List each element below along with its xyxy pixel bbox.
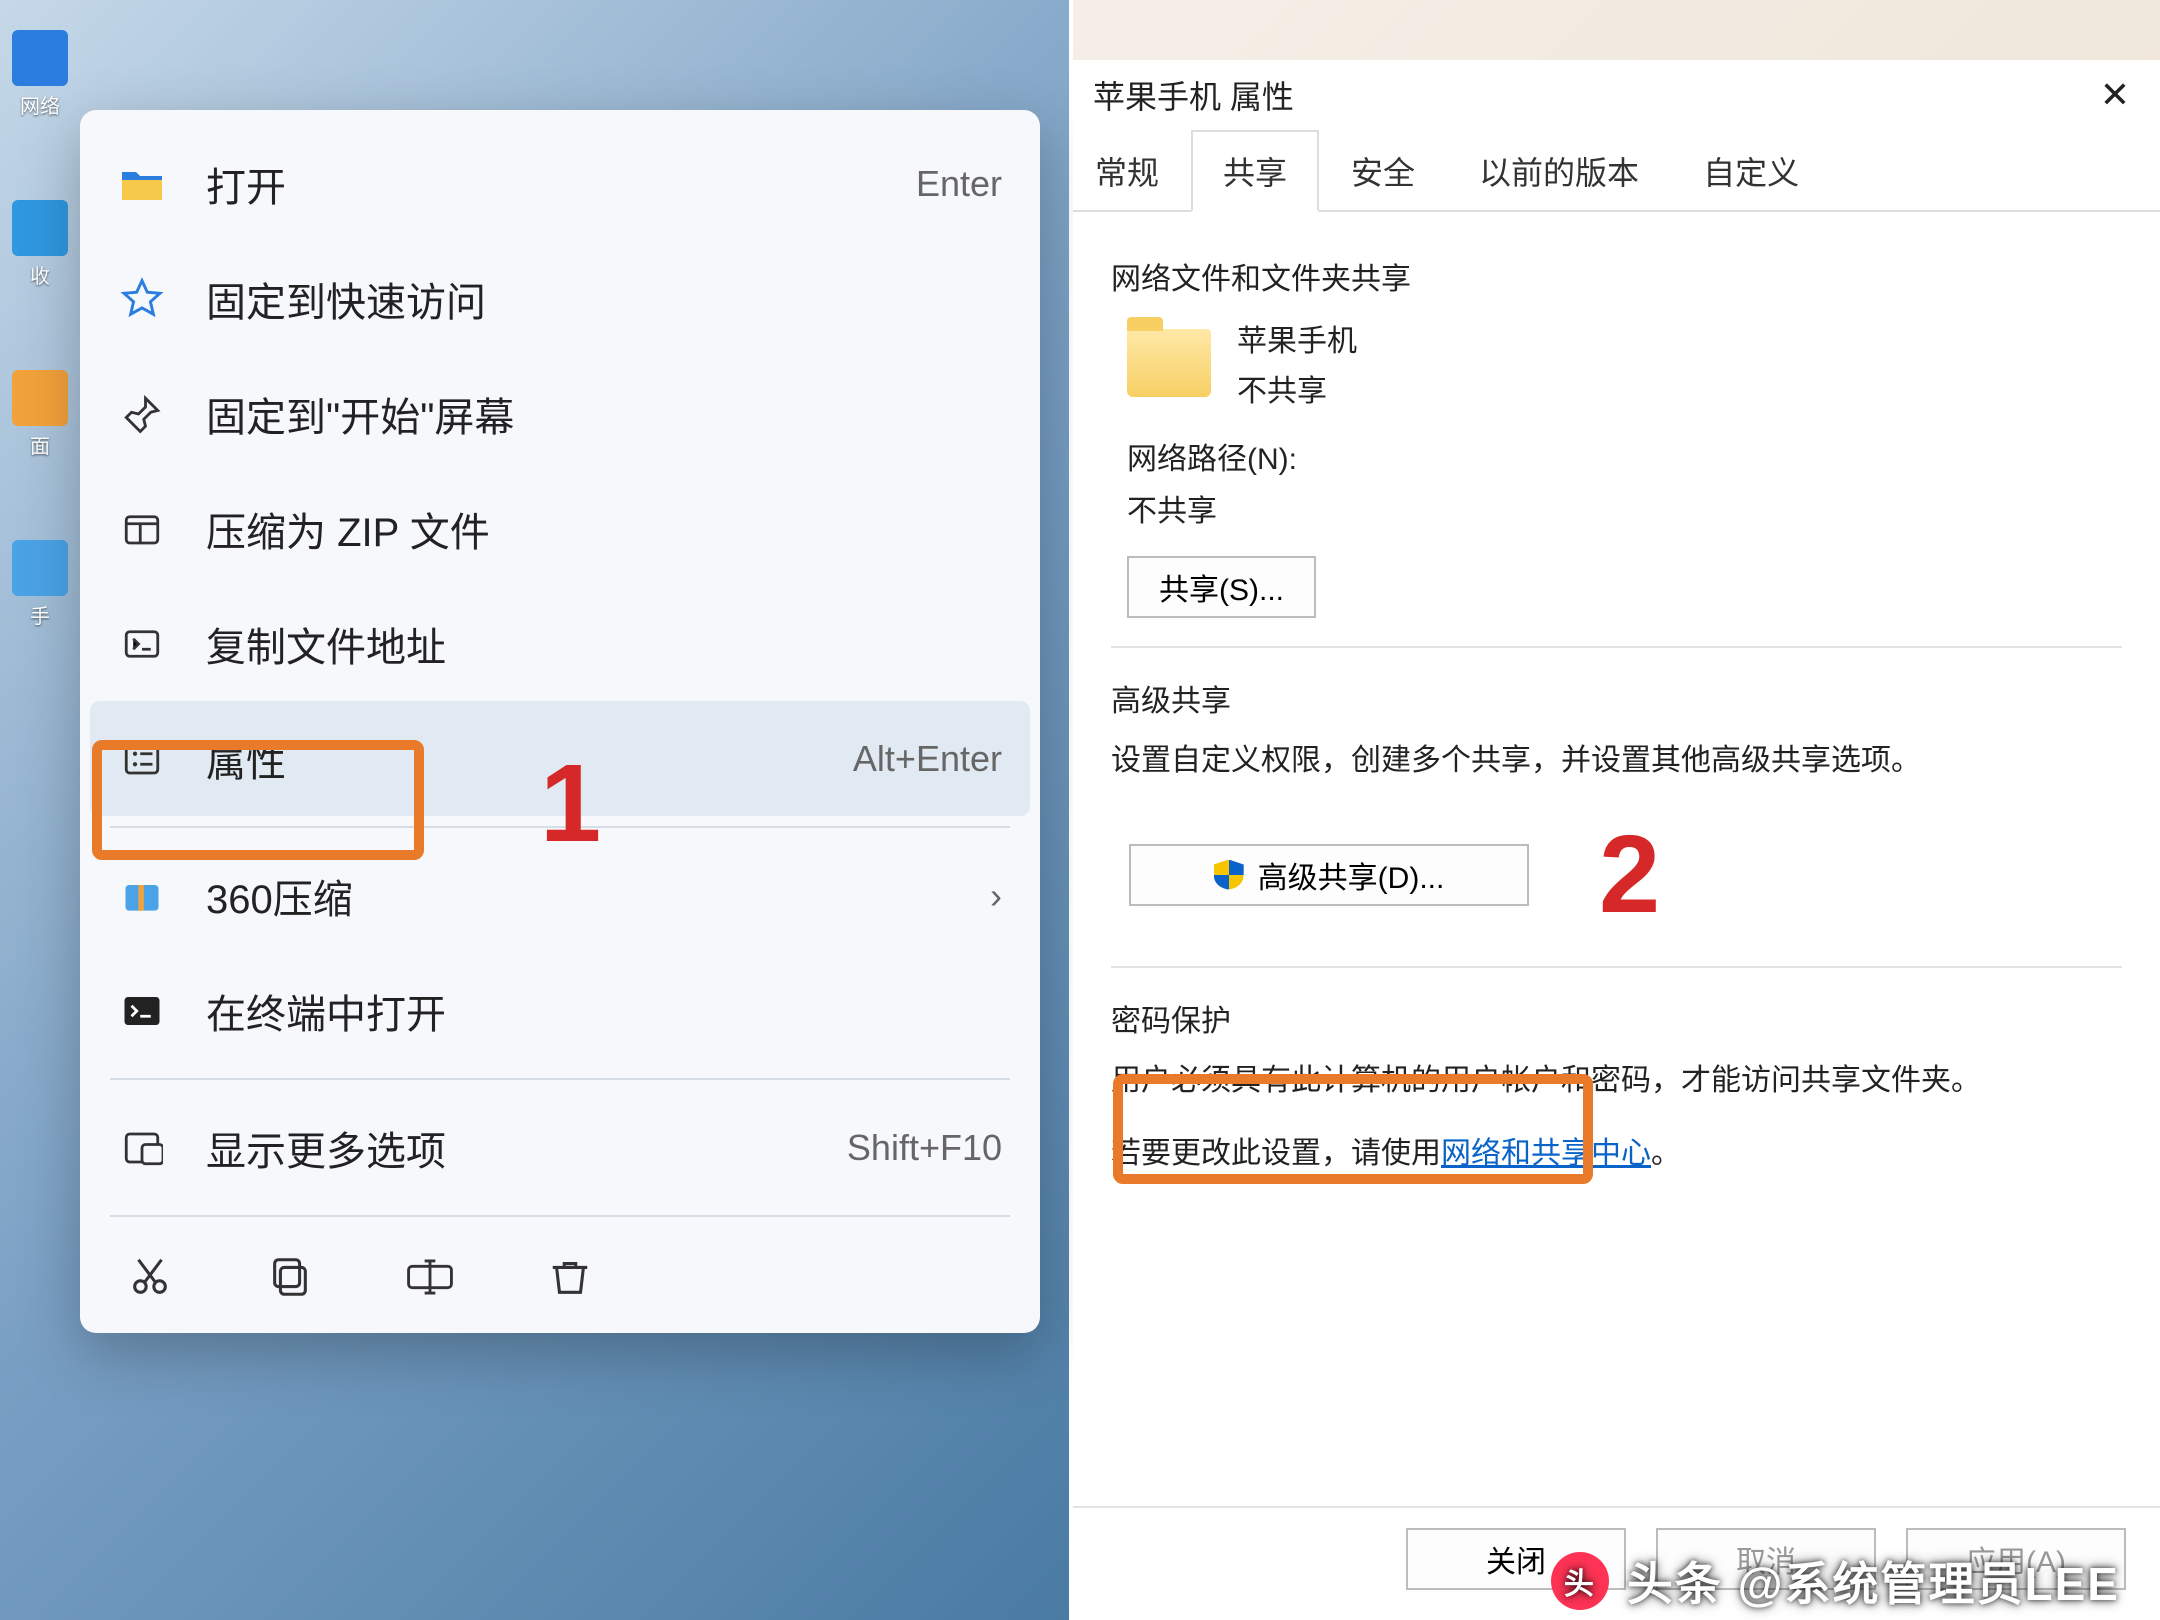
menu-label: 360压缩 <box>206 867 990 925</box>
watermark: 头 头条 @系统管理员LEE <box>1551 1548 2120 1614</box>
pin-icon <box>118 390 166 438</box>
desktop-icon[interactable]: 收 <box>5 200 75 310</box>
chevron-right-icon: › <box>990 875 1002 917</box>
menu-label: 打开 <box>206 155 916 213</box>
left-panel: 网络 收 面 手 打开 Enter 固定到快速访问 固定到"开始"屏幕 压缩为 … <box>0 0 1073 1620</box>
network-sharing-center-link[interactable]: 网络和共享中心 <box>1441 1137 1651 1170</box>
tab-customize[interactable]: 自定义 <box>1671 130 1831 212</box>
dialog-title: 苹果手机 属性 <box>1093 72 1294 118</box>
share-button[interactable]: 共享(S)... <box>1127 556 1316 618</box>
360zip-icon <box>118 872 166 920</box>
network-path-label: 网络路径(N): <box>1127 434 2122 478</box>
cut-icon[interactable] <box>120 1247 180 1307</box>
context-menu: 打开 Enter 固定到快速访问 固定到"开始"屏幕 压缩为 ZIP 文件 复制… <box>80 110 1040 1333</box>
password-desc: 用户必须具有此计算机的用户帐户和密码，才能访问共享文件夹。 <box>1111 1058 2122 1103</box>
advanced-share-desc: 设置自定义权限，创建多个共享，并设置其他高级共享选项。 <box>1111 738 2122 783</box>
rename-icon[interactable] <box>400 1247 460 1307</box>
titlebar: 苹果手机 属性 ✕ <box>1073 60 2160 130</box>
folder-open-icon <box>118 160 166 208</box>
separator <box>110 1215 1010 1217</box>
callout-number-2: 2 <box>1599 811 1660 938</box>
menu-pin-quick[interactable]: 固定到快速访问 <box>90 241 1030 356</box>
section-net-share: 网络文件和文件夹共享 <box>1111 254 2122 298</box>
menu-zip[interactable]: 压缩为 ZIP 文件 <box>90 471 1030 586</box>
menu-copy-path[interactable]: 复制文件地址 <box>90 586 1030 701</box>
menu-label: 复制文件地址 <box>206 615 1002 673</box>
desktop-icon[interactable]: 手 <box>5 540 75 650</box>
menu-hint: Shift+F10 <box>847 1127 1002 1169</box>
properties-dialog: 苹果手机 属性 ✕ 常规 共享 安全 以前的版本 自定义 网络文件和文件夹共享 … <box>1073 60 2160 1620</box>
menu-label: 固定到"开始"屏幕 <box>206 385 1002 443</box>
tab-general[interactable]: 常规 <box>1083 130 1191 212</box>
menu-label: 显示更多选项 <box>206 1119 847 1177</box>
separator <box>1111 966 2122 968</box>
menu-terminal[interactable]: 在终端中打开 <box>90 953 1030 1068</box>
menu-label: 压缩为 ZIP 文件 <box>206 500 1002 558</box>
folder-status: 不共享 <box>1237 366 1357 410</box>
menu-show-more[interactable]: 显示更多选项 Shift+F10 <box>90 1090 1030 1205</box>
menu-hint: Enter <box>916 163 1002 205</box>
menu-label: 属性 <box>206 730 853 788</box>
password-change: 若要更改此设置，请使用网络和共享中心。 <box>1111 1131 2122 1176</box>
copy-icon[interactable] <box>260 1247 320 1307</box>
section-advanced-share: 高级共享 <box>1111 676 2122 720</box>
separator <box>1111 646 2122 648</box>
delete-icon[interactable] <box>540 1247 600 1307</box>
close-icon[interactable]: ✕ <box>2090 74 2140 116</box>
watermark-text: 头条 @系统管理员LEE <box>1627 1548 2120 1614</box>
tab-previous-versions[interactable]: 以前的版本 <box>1447 130 1671 212</box>
desktop-icon[interactable]: 网络 <box>5 30 75 140</box>
right-panel: 苹果手机 属性 ✕ 常规 共享 安全 以前的版本 自定义 网络文件和文件夹共享 … <box>1073 0 2160 1620</box>
desktop-icons: 网络 收 面 手 <box>0 0 80 1620</box>
star-icon <box>118 275 166 323</box>
menu-open[interactable]: 打开 Enter <box>90 126 1030 241</box>
watermark-logo: 头 <box>1551 1552 1609 1610</box>
menu-pin-start[interactable]: 固定到"开始"屏幕 <box>90 356 1030 471</box>
properties-icon <box>118 735 166 783</box>
terminal-icon <box>118 987 166 1035</box>
tab-strip: 常规 共享 安全 以前的版本 自定义 <box>1073 130 2160 212</box>
more-icon <box>118 1124 166 1172</box>
menu-label: 在终端中打开 <box>206 982 1002 1040</box>
context-toolbar <box>90 1227 1030 1317</box>
copy-path-icon <box>118 620 166 668</box>
folder-summary: 苹果手机 不共享 <box>1127 316 2122 410</box>
desktop-icon[interactable]: 面 <box>5 370 75 480</box>
shield-icon <box>1214 860 1244 890</box>
tab-body: 网络文件和文件夹共享 苹果手机 不共享 网络路径(N): 不共享 共享(S)..… <box>1073 212 2160 1506</box>
archive-icon <box>118 505 166 553</box>
advanced-share-label: 高级共享(D)... <box>1258 853 1445 897</box>
folder-name: 苹果手机 <box>1237 316 1357 360</box>
separator <box>110 1078 1010 1080</box>
menu-hint: Alt+Enter <box>853 738 1002 780</box>
menu-label: 固定到快速访问 <box>206 270 1002 328</box>
tab-security[interactable]: 安全 <box>1319 130 1447 212</box>
tab-sharing[interactable]: 共享 <box>1191 130 1319 212</box>
section-password: 密码保护 <box>1111 996 2122 1040</box>
folder-icon <box>1127 329 1211 397</box>
network-path-value: 不共享 <box>1127 486 2122 530</box>
callout-number-1: 1 <box>540 740 601 867</box>
advanced-share-button[interactable]: 高级共享(D)... <box>1129 844 1529 906</box>
